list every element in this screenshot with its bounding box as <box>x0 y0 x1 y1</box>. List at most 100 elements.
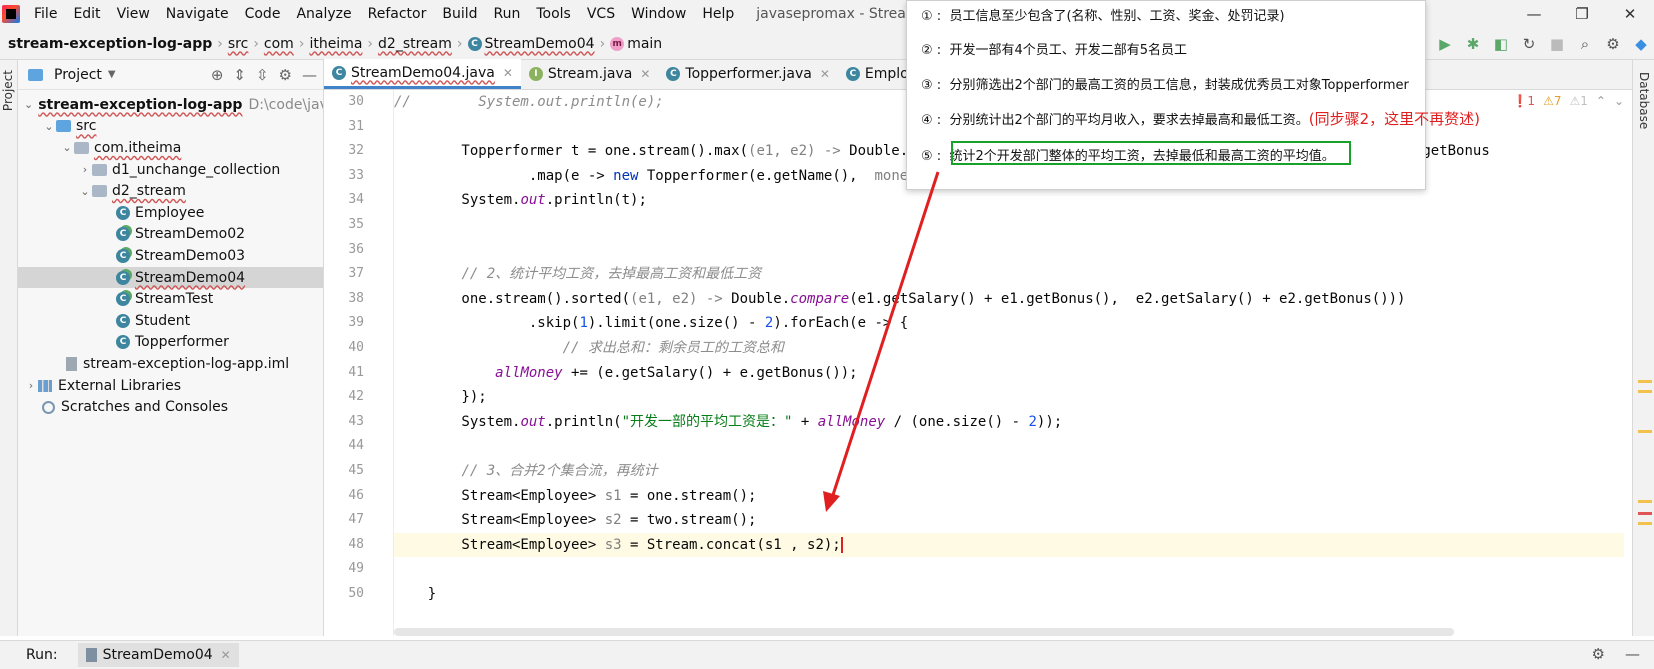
breadcrumb-src[interactable]: src <box>228 36 248 52</box>
hide-run-panel-icon[interactable]: — <box>1625 645 1640 663</box>
close-icon[interactable]: ✕ <box>1606 0 1654 28</box>
settings-icon[interactable]: ⚙ <box>1604 35 1622 53</box>
menu-run[interactable]: Run <box>486 0 529 28</box>
close-tab-icon[interactable]: ✕ <box>640 67 650 81</box>
warning-marker[interactable] <box>1638 390 1652 393</box>
method-icon: m <box>610 36 625 51</box>
breadcrumb-itheima[interactable]: itheima <box>309 36 362 52</box>
left-tool-stripe: Project <box>0 60 18 636</box>
tree-item-com-itheima[interactable]: ⌄ com.itheima <box>18 137 323 159</box>
warning-marker[interactable] <box>1638 430 1652 433</box>
warning-marker[interactable] <box>1638 500 1652 503</box>
run-bar-tools: ⚙ — <box>1592 645 1640 663</box>
breadcrumb-d2-stream[interactable]: d2_stream <box>378 36 452 52</box>
tree-item-streamdemo03[interactable]: C StreamDemo03 <box>18 245 323 267</box>
collapsed-arrow-icon[interactable]: › <box>78 163 92 176</box>
line-number: 45 <box>348 463 364 478</box>
tree-item-d2-stream[interactable]: ⌄ d2_stream <box>18 180 323 202</box>
run-tab-streamdemo04[interactable]: StreamDemo04 ✕ <box>77 643 239 667</box>
run-settings-icon[interactable]: ⚙ <box>1592 645 1605 663</box>
minimize-icon[interactable]: — <box>1510 0 1558 28</box>
expanded-arrow-icon[interactable]: ⌄ <box>42 120 56 133</box>
tree-item-d1-unchange-collection[interactable]: › d1_unchange_collection <box>18 159 323 181</box>
menu-build[interactable]: Build <box>434 0 485 28</box>
menu-file[interactable]: File <box>26 0 65 28</box>
code-line: one.stream().sorted((e1, e2) -> Double.c… <box>394 290 1406 307</box>
hide-panel-icon[interactable]: — <box>302 66 317 84</box>
options-gear-icon[interactable]: ⚙ <box>279 66 292 84</box>
expanded-arrow-icon[interactable]: ⌄ <box>60 141 74 154</box>
search-icon[interactable]: ⌕ <box>1576 35 1594 53</box>
tree-item-topperformer[interactable]: C Topperformer <box>18 332 323 354</box>
menu-vcs[interactable]: VCS <box>579 0 623 28</box>
requirements-popup: ① : 员工信息至少包含了(名称、性别、工资、奖金、处罚记录) ② : 开发一部… <box>906 0 1480 190</box>
runnable-class-icon: C <box>116 227 130 242</box>
collapse-all-icon[interactable]: ⇳ <box>256 66 269 84</box>
line-number-gutter: 30 31 32 33 34 35 36 37 38 39 40 41 42 4… <box>324 90 394 636</box>
close-tab-icon[interactable]: ✕ <box>820 67 830 81</box>
menu-view[interactable]: View <box>109 0 158 28</box>
project-view-selector[interactable]: Project <box>54 67 102 83</box>
menu-help[interactable]: Help <box>694 0 742 28</box>
code-line: Stream<Employee> s2 = two.stream(); <box>394 512 757 529</box>
breadcrumb-streamdemo04[interactable]: StreamDemo04 <box>485 36 595 52</box>
toolbar-right: ▶ ✱ ◧ ↻ ■ ⌕ ⚙ ◆ <box>1436 28 1650 60</box>
debug-icon[interactable]: ✱ <box>1464 35 1482 53</box>
tree-item-streamdemo02[interactable]: C StreamDemo02 <box>18 224 323 246</box>
breadcrumb-project[interactable]: stream-exception-log-app <box>8 36 212 52</box>
tree-item-src[interactable]: ⌄ src <box>18 116 323 138</box>
class-icon: C <box>332 65 346 80</box>
tab-stream[interactable]: I Stream.java ✕ <box>521 59 659 89</box>
tab-topperformer[interactable]: C Topperformer.java ✕ <box>658 59 837 89</box>
breadcrumb-com[interactable]: com <box>264 36 294 52</box>
jetbrains-toolbox-icon[interactable]: ◆ <box>1632 35 1650 53</box>
run-icon[interactable]: ▶ <box>1436 35 1454 53</box>
horizontal-scrollbar[interactable] <box>394 628 1454 636</box>
warning-marker[interactable] <box>1638 380 1652 383</box>
tree-item-project-root[interactable]: ⌄ stream-exception-log-app D:\code\javas… <box>18 94 323 116</box>
tree-item-iml-file[interactable]: stream-exception-log-app.iml <box>18 353 323 375</box>
run-tool-bar: Run: StreamDemo04 ✕ ⚙ — <box>0 640 1654 669</box>
error-marker[interactable] <box>1638 512 1652 515</box>
close-run-tab-icon[interactable]: ✕ <box>221 648 231 662</box>
ide-window: File Edit View Navigate Code Analyze Ref… <box>0 0 1654 669</box>
menu-analyze[interactable]: Analyze <box>288 0 359 28</box>
menu-refactor[interactable]: Refactor <box>360 0 435 28</box>
menu-navigate[interactable]: Navigate <box>158 0 237 28</box>
line-number: 42 <box>348 389 364 405</box>
tree-item-streamdemo04[interactable]: C StreamDemo04 <box>18 266 323 289</box>
profile-icon[interactable]: ↻ <box>1520 35 1538 53</box>
highlight-box <box>951 141 1351 165</box>
menu-edit[interactable]: Edit <box>65 0 108 28</box>
expand-all-icon[interactable]: ⇕ <box>233 66 246 84</box>
line-number: 35 <box>348 217 364 232</box>
expanded-arrow-icon[interactable]: ⌄ <box>78 185 92 198</box>
menu-tools[interactable]: Tools <box>528 0 579 28</box>
tree-item-streamtest[interactable]: C StreamTest <box>18 288 323 310</box>
expanded-arrow-icon[interactable]: ⌄ <box>24 98 33 111</box>
menu-code[interactable]: Code <box>237 0 289 28</box>
breadcrumb-main[interactable]: main <box>627 36 662 52</box>
intellij-logo-icon <box>2 5 20 23</box>
run-config-icon <box>85 648 97 662</box>
tab-streamdemo04[interactable]: C StreamDemo04.java ✕ <box>324 59 521 89</box>
warning-marker[interactable] <box>1638 522 1652 525</box>
project-tool-window-button[interactable]: Project <box>1 70 15 111</box>
line-number: 48 <box>348 536 364 552</box>
tree-item-external-libraries[interactable]: › External Libraries <box>18 375 323 397</box>
collapsed-arrow-icon[interactable]: › <box>24 379 38 392</box>
stop-icon[interactable]: ■ <box>1548 35 1566 53</box>
window-controls: — ❐ ✕ <box>1510 0 1654 28</box>
tree-item-student[interactable]: C Student <box>18 310 323 332</box>
tree-item-employee[interactable]: C Employee <box>18 202 323 224</box>
database-tool-window-button[interactable]: Database <box>1637 72 1651 129</box>
chevron-down-icon[interactable]: ▼ <box>108 69 116 80</box>
code-line: Stream<Employee> s1 = one.stream(); <box>394 487 757 504</box>
close-tab-icon[interactable]: ✕ <box>503 66 513 80</box>
tree-item-scratches[interactable]: Scratches and Consoles <box>18 396 323 418</box>
locate-file-icon[interactable]: ⊕ <box>211 66 224 84</box>
restore-icon[interactable]: ❐ <box>1558 0 1606 28</box>
package-folder-icon <box>92 163 107 176</box>
menu-window[interactable]: Window <box>623 0 694 28</box>
coverage-icon[interactable]: ◧ <box>1492 35 1510 53</box>
